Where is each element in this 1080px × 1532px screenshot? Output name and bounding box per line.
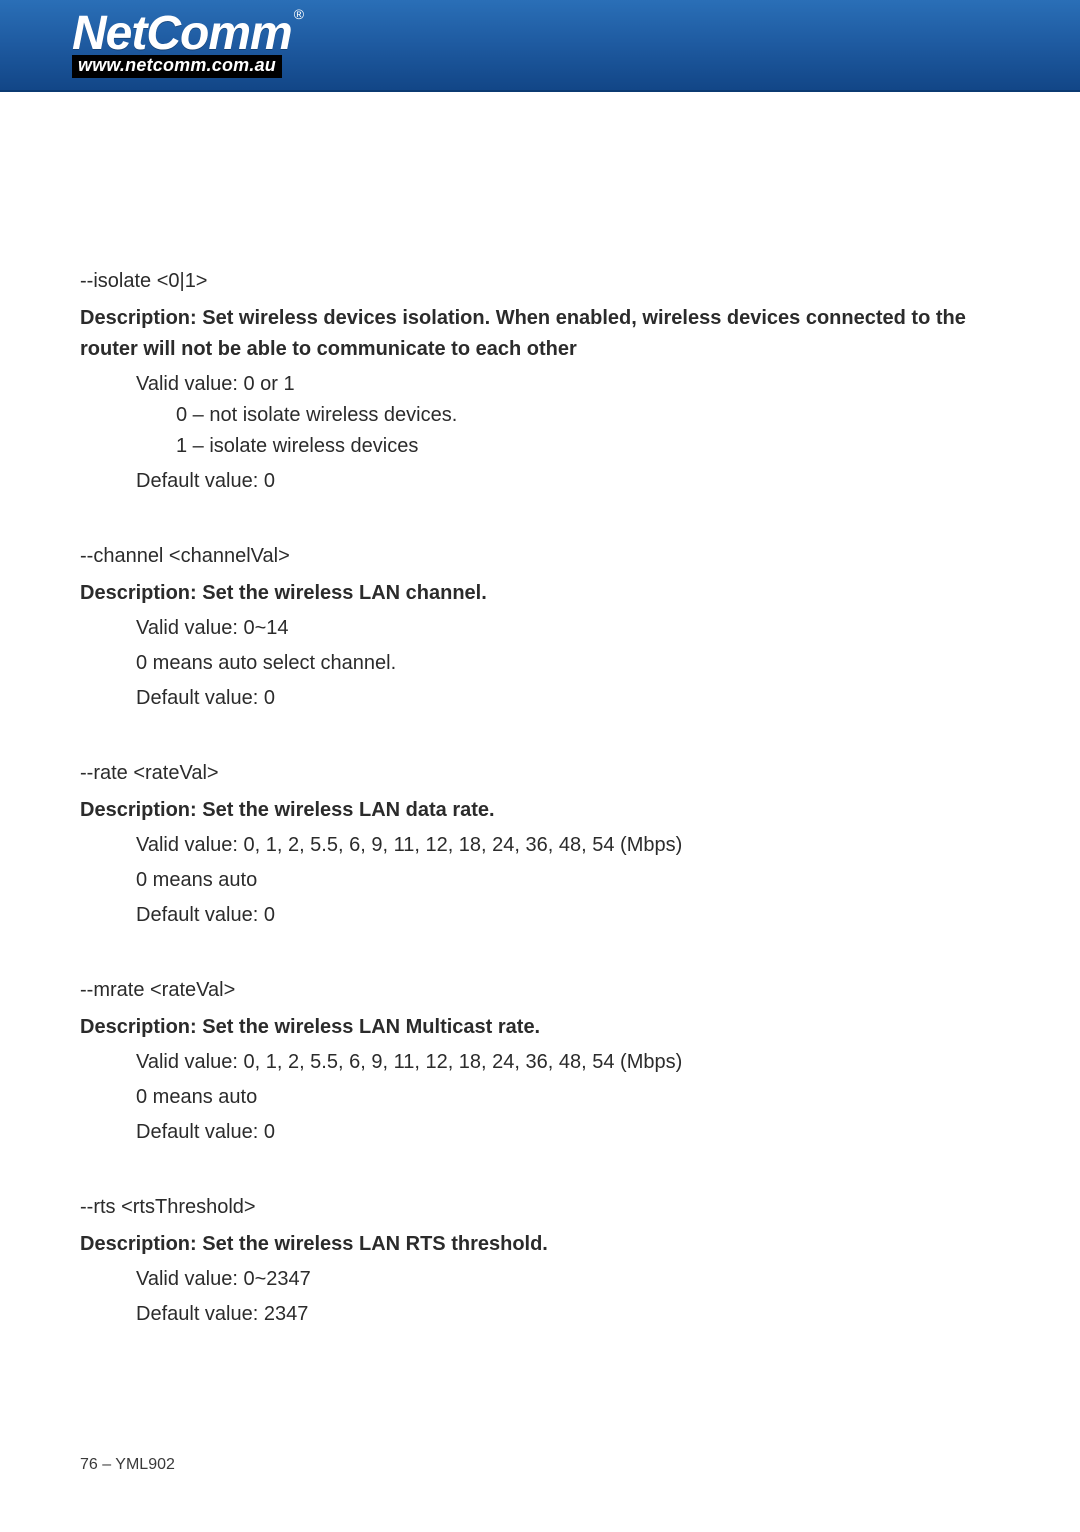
param-section-rts: --rts <rtsThreshold> Description: Set th… [80, 1192, 1000, 1330]
detail-line: Valid value: 0, 1, 2, 5.5, 6, 9, 11, 12,… [80, 830, 1000, 861]
param-section-rate: --rate <rateVal> Description: Set the wi… [80, 758, 1000, 931]
cmd-syntax: --rate <rateVal> [80, 758, 1000, 789]
detail-line: 0 means auto [80, 1082, 1000, 1113]
param-section-isolate: --isolate <0|1> Description: Set wireles… [80, 266, 1000, 497]
page-footer: 76 – YML902 [80, 1456, 175, 1474]
cmd-syntax: --isolate <0|1> [80, 266, 1000, 297]
logo-block: NetComm® www.netcomm.com.au [72, 6, 304, 78]
cmd-description: Description: Set the wireless LAN Multic… [80, 1012, 1000, 1043]
detail-line: Default value: 0 [80, 466, 1000, 497]
brand-url: www.netcomm.com.au [72, 55, 282, 78]
detail-line: Default value: 0 [80, 683, 1000, 714]
page-body: --isolate <0|1> Description: Set wireles… [0, 92, 1080, 1330]
cmd-description: Description: Set the wireless LAN data r… [80, 795, 1000, 826]
detail-line: Default value: 2347 [80, 1299, 1000, 1330]
header-band: NetComm® www.netcomm.com.au [0, 0, 1080, 92]
cmd-syntax: --channel <channelVal> [80, 541, 1000, 572]
param-section-mrate: --mrate <rateVal> Description: Set the w… [80, 975, 1000, 1148]
cmd-description: Description: Set the wireless LAN channe… [80, 578, 1000, 609]
detail-line: Valid value: 0 or 1 [80, 369, 1000, 400]
detail-line: Default value: 0 [80, 900, 1000, 931]
detail-line: 0 means auto [80, 865, 1000, 896]
brand-logo: NetComm [72, 6, 292, 61]
detail-line: Valid value: 0~2347 [80, 1264, 1000, 1295]
detail-line: 0 means auto select channel. [80, 648, 1000, 679]
detail-line: Valid value: 0~14 [80, 613, 1000, 644]
cmd-syntax: --mrate <rateVal> [80, 975, 1000, 1006]
registered-mark: ® [294, 6, 304, 22]
cmd-description: Description: Set the wireless LAN RTS th… [80, 1229, 1000, 1260]
detail-line: 1 – isolate wireless devices [80, 431, 1000, 462]
cmd-description: Description: Set wireless devices isolat… [80, 303, 1000, 365]
param-section-channel: --channel <channelVal> Description: Set … [80, 541, 1000, 714]
detail-line: Default value: 0 [80, 1117, 1000, 1148]
detail-line: 0 – not isolate wireless devices. [80, 400, 1000, 431]
cmd-syntax: --rts <rtsThreshold> [80, 1192, 1000, 1223]
detail-line: Valid value: 0, 1, 2, 5.5, 6, 9, 11, 12,… [80, 1047, 1000, 1078]
